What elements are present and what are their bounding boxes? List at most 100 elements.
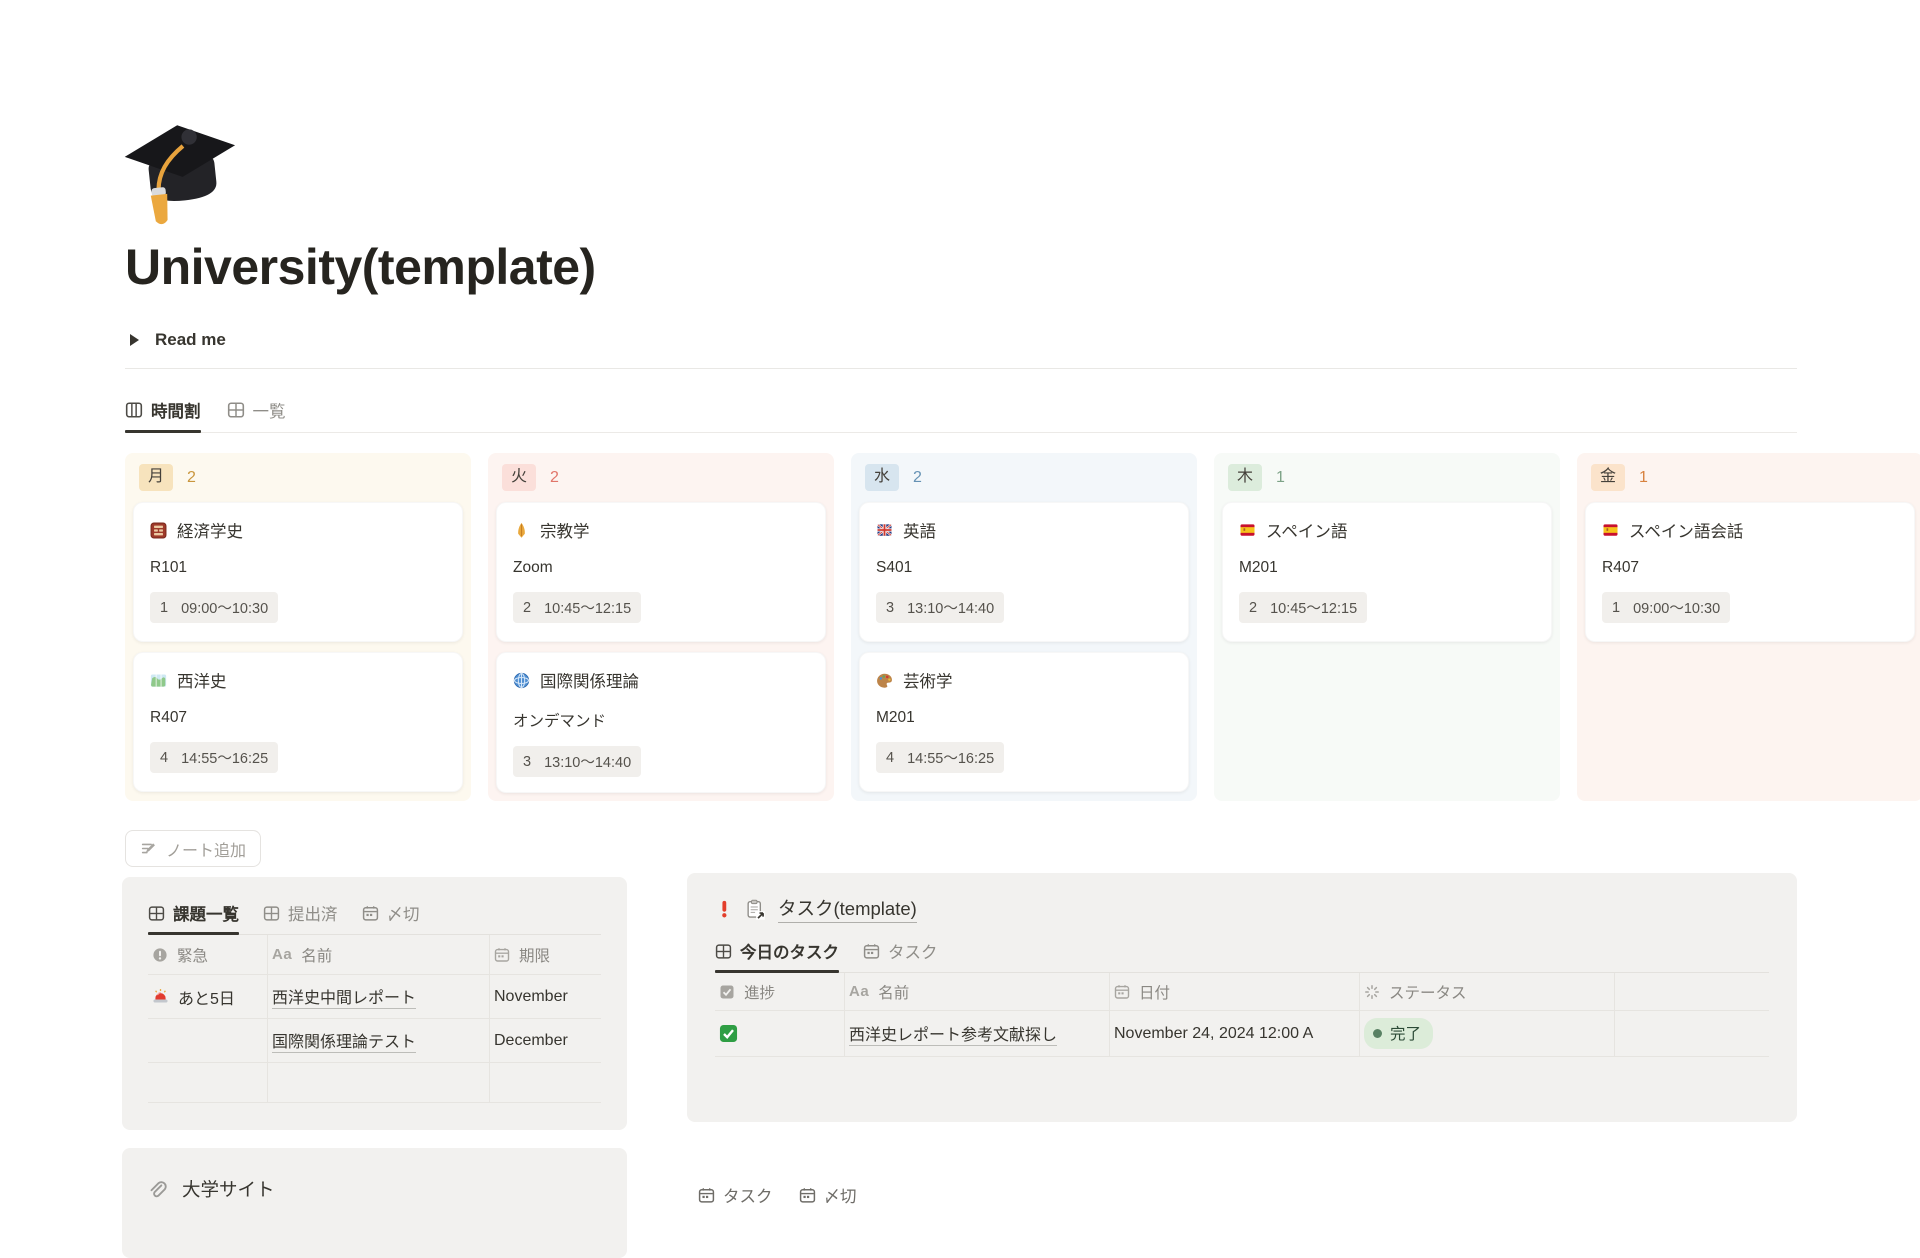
card-title: 宗教学 bbox=[540, 518, 590, 542]
tab-submitted[interactable]: 提出済 bbox=[263, 901, 338, 925]
cell-due[interactable]: December bbox=[490, 1019, 601, 1063]
calendar-icon bbox=[863, 943, 880, 960]
day-badge: 木 bbox=[1228, 464, 1262, 491]
empty-cell[interactable] bbox=[490, 1063, 601, 1103]
class-card-seiyoshi[interactable]: 西洋史 R407 4 14:55〜16:25 bbox=[133, 652, 463, 792]
card-location: R407 bbox=[150, 709, 446, 727]
class-card-shukyogaku[interactable]: 宗教学 Zoom 2 10:45〜12:15 bbox=[496, 502, 826, 642]
tab-label: 〆切 bbox=[824, 1183, 857, 1207]
column-header-name[interactable]: Aa 名前 bbox=[845, 973, 1110, 1011]
column-header-urgent[interactable]: 緊急 bbox=[148, 935, 268, 975]
table-view-icon bbox=[263, 905, 280, 922]
tasks-section-card: タスク(template) 今日のタスク タスク 進捗 Aa 名前 日付 ステー… bbox=[687, 873, 1797, 1122]
assignment-link[interactable]: 国際関係理論テスト bbox=[272, 1028, 416, 1053]
card-time-badge: 3 13:10〜14:40 bbox=[513, 746, 641, 777]
column-count: 2 bbox=[550, 469, 559, 487]
period-number: 3 bbox=[886, 600, 894, 616]
cell-extra bbox=[1615, 1011, 1769, 1057]
readme-label: Read me bbox=[155, 330, 226, 350]
class-card-spanish[interactable]: スペイン語 M201 2 10:45〜12:15 bbox=[1222, 502, 1552, 642]
column-header-name[interactable]: Aa 名前 bbox=[268, 935, 490, 975]
time-range: 13:10〜14:40 bbox=[544, 751, 631, 772]
cell-progress[interactable] bbox=[715, 1011, 845, 1057]
card-title: 芸術学 bbox=[903, 668, 953, 692]
cell-status[interactable]: 完了 bbox=[1360, 1011, 1615, 1057]
status-badge-done[interactable]: 完了 bbox=[1364, 1018, 1433, 1049]
column-header-date[interactable]: 日付 bbox=[1110, 973, 1360, 1011]
card-time-badge: 4 14:55〜16:25 bbox=[150, 742, 278, 773]
cell-urgent[interactable]: あと5日 bbox=[148, 975, 268, 1019]
column-header: 金 1 bbox=[1585, 461, 1915, 502]
calendar-icon bbox=[799, 1187, 816, 1204]
cell-urgent[interactable] bbox=[148, 1019, 268, 1063]
tab-label: 提出済 bbox=[288, 901, 338, 925]
column-header: 水 2 bbox=[859, 461, 1189, 502]
time-range: 14:55〜16:25 bbox=[181, 747, 268, 768]
column-header: 月 2 bbox=[133, 461, 463, 502]
tab-label: タスク bbox=[888, 939, 938, 963]
tab-timetable[interactable]: 時間割 bbox=[125, 398, 201, 422]
tab-list-label: 一覧 bbox=[253, 398, 286, 422]
time-range: 10:45〜12:15 bbox=[544, 597, 631, 618]
period-number: 1 bbox=[1612, 600, 1620, 616]
column-header-status[interactable]: ステータス bbox=[1360, 973, 1615, 1011]
tab-deadline[interactable]: 〆切 bbox=[362, 901, 420, 925]
column-header-extra bbox=[1615, 973, 1769, 1011]
assignments-section-card: 課題一覧 提出済 〆切 緊急 Aa 名前 期限 あと5日 西 bbox=[122, 877, 627, 1130]
cell-date[interactable]: November 24, 2024 12:00 A bbox=[1110, 1011, 1360, 1057]
database-view-tabs: 時間割 一覧 bbox=[125, 398, 1797, 433]
empty-cell[interactable] bbox=[268, 1063, 490, 1103]
green-checkbox-icon[interactable] bbox=[719, 1024, 738, 1043]
tab-deadline-bottom[interactable]: 〆切 bbox=[799, 1183, 857, 1207]
tab-today-tasks[interactable]: 今日のタスク bbox=[715, 939, 839, 963]
class-card-eigo[interactable]: 英語 S401 3 13:10〜14:40 bbox=[859, 502, 1189, 642]
palette-icon bbox=[876, 672, 893, 689]
column-header-label: 緊急 bbox=[177, 944, 208, 966]
card-location: M201 bbox=[1239, 559, 1535, 577]
period-number: 2 bbox=[1249, 600, 1257, 616]
column-count: 2 bbox=[187, 469, 196, 487]
red-seal-icon bbox=[150, 522, 167, 539]
tasks-page-link[interactable]: タスク(template) bbox=[778, 895, 917, 923]
tab-tasks[interactable]: タスク bbox=[863, 939, 938, 963]
tab-tasks-bottom[interactable]: タスク bbox=[698, 1183, 773, 1207]
column-header-due[interactable]: 期限 bbox=[490, 935, 601, 975]
period-number: 1 bbox=[160, 600, 168, 616]
column-header-progress[interactable]: 進捗 bbox=[715, 973, 845, 1011]
class-card-keizaigakushi[interactable]: 経済学史 R101 1 09:00〜10:30 bbox=[133, 502, 463, 642]
column-header-label: ステータス bbox=[1389, 981, 1467, 1003]
university-links-card[interactable]: 大学サイト bbox=[122, 1148, 627, 1258]
cell-name[interactable]: 西洋史中間レポート bbox=[268, 975, 490, 1019]
status-dot bbox=[1373, 1029, 1382, 1038]
class-card-geijutsugaku[interactable]: 芸術学 M201 4 14:55〜16:25 bbox=[859, 652, 1189, 792]
empty-cell[interactable] bbox=[148, 1063, 268, 1103]
tab-list[interactable]: 一覧 bbox=[227, 398, 286, 422]
readme-toggle[interactable]: Read me bbox=[130, 330, 226, 350]
class-card-spanish-kaiwa[interactable]: スペイン語会話 R407 1 09:00〜10:30 bbox=[1585, 502, 1915, 642]
card-time-badge: 1 09:00〜10:30 bbox=[150, 592, 278, 623]
cell-name[interactable]: 西洋史レポート参考文献探し bbox=[845, 1011, 1110, 1057]
board-column-monday: 月 2 経済学史 R101 1 09:00〜10:30 西洋史 R407 4 1… bbox=[125, 453, 471, 801]
cell-name[interactable]: 国際関係理論テスト bbox=[268, 1019, 490, 1063]
due-value: December bbox=[494, 1032, 568, 1050]
task-link[interactable]: 西洋史レポート参考文献探し bbox=[849, 1021, 1057, 1046]
card-time-badge: 2 10:45〜12:15 bbox=[513, 592, 641, 623]
graduation-cap-icon bbox=[123, 112, 241, 230]
day-badge: 月 bbox=[139, 464, 173, 491]
table-view-icon bbox=[715, 943, 732, 960]
compose-icon bbox=[140, 840, 157, 857]
add-note-button[interactable]: ノート追加 bbox=[125, 830, 261, 867]
class-card-kokusaikankei[interactable]: 国際関係理論 オンデマンド 3 13:10〜14:40 bbox=[496, 652, 826, 793]
page-icon-graduation-cap[interactable] bbox=[123, 112, 241, 230]
cell-due[interactable]: November bbox=[490, 975, 601, 1019]
assignment-link[interactable]: 西洋史中間レポート bbox=[272, 984, 416, 1009]
siren-icon bbox=[152, 988, 169, 1005]
time-range: 09:00〜10:30 bbox=[181, 597, 268, 618]
tab-label: タスク bbox=[723, 1183, 773, 1207]
tab-assignments-list[interactable]: 課題一覧 bbox=[148, 901, 239, 925]
tab-timetable-label: 時間割 bbox=[151, 398, 201, 422]
card-time-badge: 4 14:55〜16:25 bbox=[876, 742, 1004, 773]
clipboard-link-icon bbox=[745, 899, 766, 920]
column-header: 火 2 bbox=[496, 461, 826, 502]
links-card-title: 大学サイト bbox=[182, 1176, 275, 1202]
